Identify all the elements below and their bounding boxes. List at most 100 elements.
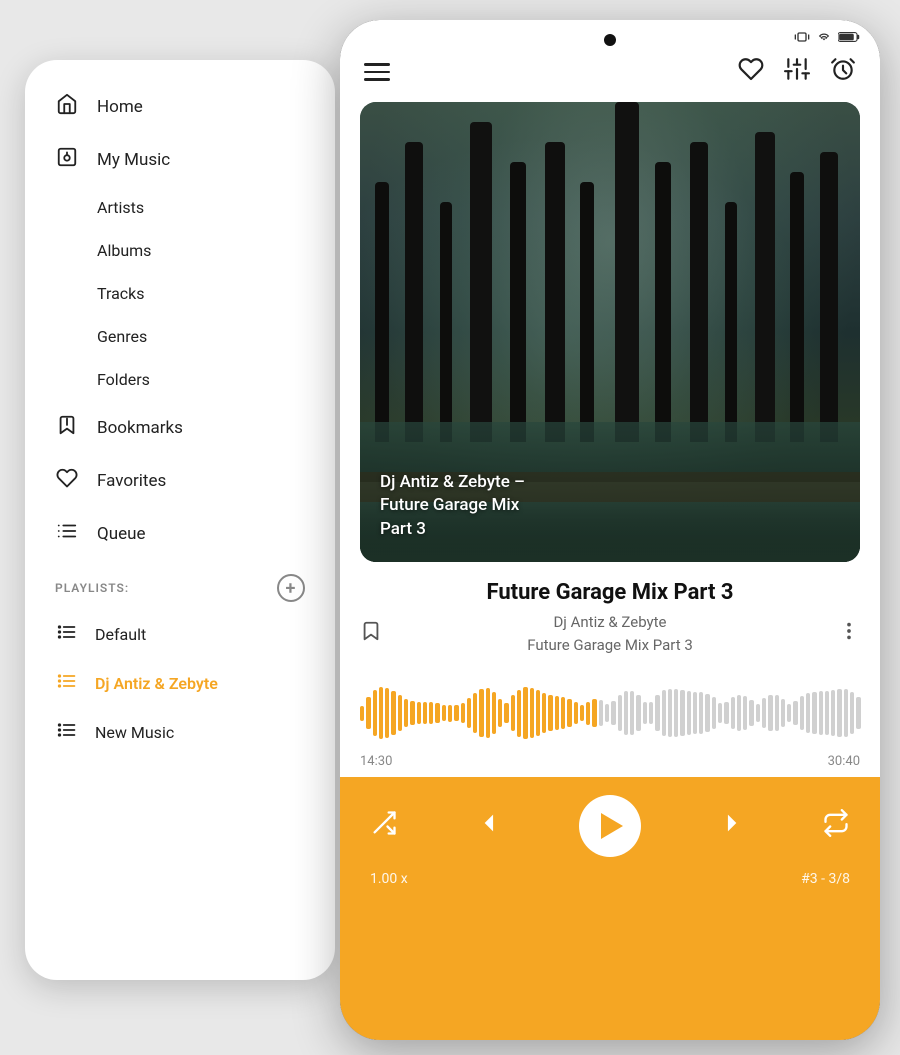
waveform-bar[interactable]	[385, 688, 389, 739]
waveform-bar[interactable]	[655, 695, 659, 731]
nav-item-my-music[interactable]: My Music	[25, 133, 335, 186]
waveform-section[interactable]	[340, 668, 880, 752]
waveform-bar[interactable]	[530, 688, 534, 738]
waveform-bar[interactable]	[555, 696, 559, 730]
waveform-bar[interactable]	[479, 689, 483, 737]
waveform-bar[interactable]	[523, 687, 527, 739]
waveform-bar[interactable]	[775, 695, 779, 731]
nav-item-bookmarks[interactable]: Bookmarks	[25, 401, 335, 454]
waveform-bar[interactable]	[605, 704, 609, 722]
heart-icon[interactable]	[738, 56, 764, 88]
sub-item-tracks[interactable]: Tracks	[25, 272, 335, 315]
bookmark-button[interactable]	[360, 620, 382, 648]
waveform-bar[interactable]	[586, 702, 590, 725]
nav-item-favorites[interactable]: Favorites	[25, 454, 335, 507]
waveform-bar[interactable]	[699, 692, 703, 734]
waveform-bar[interactable]	[467, 698, 471, 728]
more-options-button[interactable]	[838, 620, 860, 648]
waveform-bar[interactable]	[574, 702, 578, 724]
waveform-bar[interactable]	[567, 699, 571, 727]
waveform-bar[interactable]	[662, 690, 666, 735]
waveform-bar[interactable]	[410, 701, 414, 725]
waveform-bar[interactable]	[831, 690, 835, 736]
waveform-bar[interactable]	[536, 690, 540, 735]
prev-button[interactable]	[475, 809, 503, 844]
waveform-bar[interactable]	[812, 692, 816, 734]
waveform-bar[interactable]	[850, 692, 854, 735]
waveform-bar[interactable]	[768, 695, 772, 731]
add-playlist-button[interactable]: +	[277, 574, 305, 602]
waveform-bar[interactable]	[844, 689, 848, 737]
waveform-bar[interactable]	[624, 691, 628, 734]
waveform-bar[interactable]	[511, 695, 515, 731]
waveform-bar[interactable]	[561, 697, 565, 729]
waveform-bar[interactable]	[712, 697, 716, 729]
next-button[interactable]	[718, 809, 746, 844]
waveform-bar[interactable]	[492, 692, 496, 734]
waveform-bar[interactable]	[548, 695, 552, 731]
waveform-bar[interactable]	[649, 702, 653, 725]
waveform-bar[interactable]	[737, 695, 741, 732]
waveform-bar[interactable]	[724, 702, 728, 723]
shuffle-button[interactable]	[370, 809, 398, 844]
waveform-bar[interactable]	[781, 699, 785, 728]
waveform-bar[interactable]	[674, 689, 678, 737]
waveform-bar[interactable]	[423, 702, 427, 725]
waveform-bar[interactable]	[718, 703, 722, 724]
waveform-bar[interactable]	[856, 697, 860, 729]
menu-button[interactable]	[364, 63, 390, 81]
waveform-bar[interactable]	[618, 695, 622, 731]
sub-item-albums[interactable]: Albums	[25, 229, 335, 272]
waveform-bar[interactable]	[448, 705, 452, 722]
waveform-bar[interactable]	[398, 695, 402, 730]
waveform-bar[interactable]	[435, 703, 439, 722]
waveform-bar[interactable]	[837, 689, 841, 737]
waveform-bar[interactable]	[743, 696, 747, 730]
waveform-bar[interactable]	[668, 689, 672, 737]
equalizer-icon[interactable]	[784, 56, 810, 88]
waveform-bar[interactable]	[806, 693, 810, 733]
waveform-bar[interactable]	[366, 697, 370, 730]
waveform-bar[interactable]	[461, 703, 465, 723]
playlist-new-music[interactable]: New Music	[25, 708, 335, 757]
waveform-bar[interactable]	[731, 697, 735, 729]
waveform-bar[interactable]	[687, 691, 691, 735]
waveform-bar[interactable]	[630, 691, 634, 735]
waveform-bar[interactable]	[486, 688, 490, 737]
waveform-bar[interactable]	[643, 702, 647, 725]
nav-item-home[interactable]: Home	[25, 80, 335, 133]
waveform-bar[interactable]	[749, 700, 753, 725]
waveform[interactable]	[360, 678, 860, 748]
waveform-bar[interactable]	[787, 704, 791, 721]
alarm-icon[interactable]	[830, 56, 856, 88]
waveform-bar[interactable]	[404, 699, 408, 727]
waveform-bar[interactable]	[592, 699, 596, 726]
waveform-bar[interactable]	[599, 700, 603, 726]
playlist-default[interactable]: Default	[25, 610, 335, 659]
waveform-bar[interactable]	[680, 690, 684, 736]
waveform-bar[interactable]	[417, 702, 421, 725]
playlist-dj-antiz[interactable]: Dj Antiz & Zebyte	[25, 659, 335, 708]
waveform-bar[interactable]	[636, 695, 640, 731]
waveform-bar[interactable]	[504, 703, 508, 722]
waveform-bar[interactable]	[611, 701, 615, 725]
sub-item-folders[interactable]: Folders	[25, 358, 335, 401]
waveform-bar[interactable]	[800, 696, 804, 730]
waveform-bar[interactable]	[454, 705, 458, 721]
play-button[interactable]	[579, 795, 641, 857]
waveform-bar[interactable]	[542, 693, 546, 733]
waveform-bar[interactable]	[379, 687, 383, 739]
playback-speed[interactable]: 1.00 x	[370, 871, 408, 887]
waveform-bar[interactable]	[391, 691, 395, 735]
nav-item-queue[interactable]: Queue	[25, 507, 335, 560]
waveform-bar[interactable]	[762, 698, 766, 727]
waveform-bar[interactable]	[705, 694, 709, 733]
sub-item-artists[interactable]: Artists	[25, 186, 335, 229]
waveform-bar[interactable]	[517, 690, 521, 737]
waveform-bar[interactable]	[793, 701, 797, 726]
waveform-bar[interactable]	[473, 693, 477, 733]
waveform-bar[interactable]	[825, 691, 829, 735]
waveform-bar[interactable]	[580, 705, 584, 720]
waveform-bar[interactable]	[442, 705, 446, 720]
waveform-bar[interactable]	[429, 702, 433, 724]
